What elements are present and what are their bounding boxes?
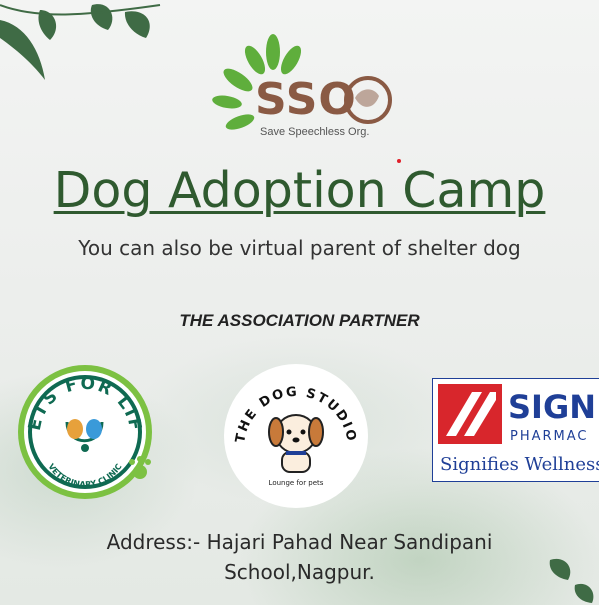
logo-wordmark: SSO: [255, 74, 357, 125]
dog-studio-tagline: Lounge for pets: [269, 479, 324, 487]
address-line-1: Address:- Hajari Pahad Near Sandipani: [106, 530, 493, 554]
signature-name: SIGN: [508, 388, 596, 426]
page-subtitle: You can also be virtual parent of shelte…: [78, 236, 521, 260]
partner-heading: THE ASSOCIATION PARTNER: [179, 311, 420, 330]
signature-sub: PHARMAC: [510, 429, 589, 444]
dog-studio-logo: THE DOG STUDIO Lounge for pets: [224, 364, 368, 508]
sso-logo: SSO Save Speechless Org.: [205, 30, 395, 150]
address-line-2: School,Nagpur.: [224, 560, 375, 584]
logo-tagline: Save Speechless Org.: [260, 126, 370, 138]
address-block: Address:- Hajari Pahad Near Sandipani Sc…: [0, 527, 599, 587]
signature-pharmacy-logo: SIGN PHARMAC Signifies Wellness: [432, 378, 599, 482]
page-title: Dog Adoption Camp: [53, 162, 546, 219]
vets-for-life-logo: VETS FOR LIFE VETERINARY CLINIC: [12, 362, 152, 499]
signature-tagline: Signifies Wellness: [440, 454, 599, 475]
leaf-decoration-icon: [0, 4, 161, 80]
